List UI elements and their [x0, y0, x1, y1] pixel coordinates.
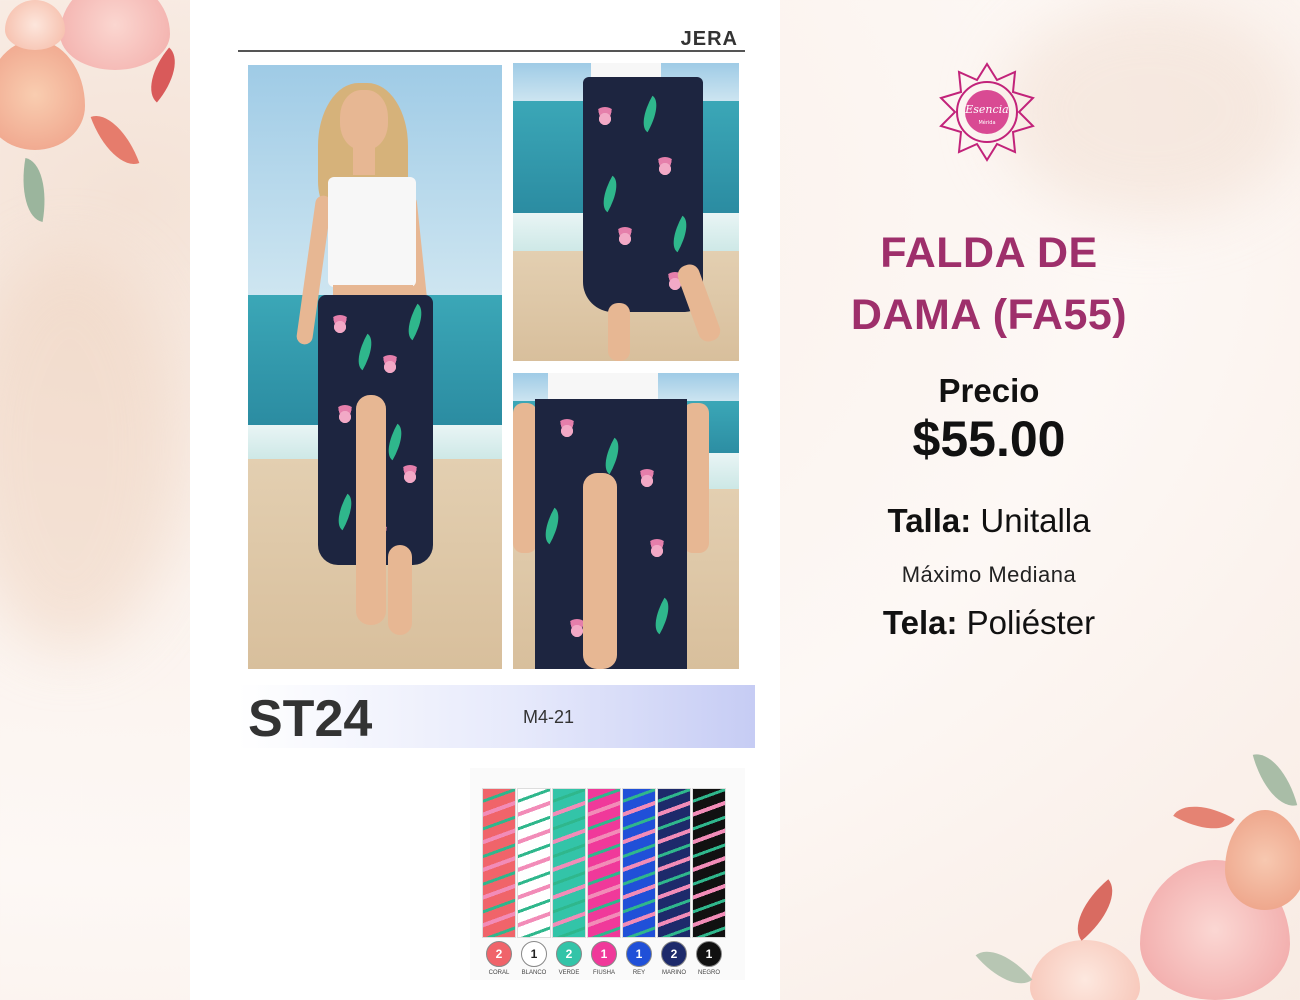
color-variants-rack[interactable]: 2 CORAL 1 BLANCO 2 VERDE 1 FIUSHA 1 REY 2 MARINO 1 NE… [470, 768, 745, 980]
product-photo-main[interactable] [248, 65, 502, 669]
reference-code: M4-21 [523, 707, 575, 727]
color-name-label: BLANCO [521, 970, 547, 976]
esencia-logo: Esencia Mérida [939, 62, 1035, 162]
floral-decoration-top-left [0, 0, 190, 240]
color-count-badge: 1 [521, 941, 547, 967]
skirt-variant-rey[interactable] [622, 788, 656, 938]
fabric-spec: Tela: Poliéster [800, 604, 1178, 642]
product-photo-detail[interactable] [513, 373, 739, 669]
product-photo-side[interactable] [513, 63, 739, 361]
floral-decoration-bottom-right [975, 747, 1300, 1000]
skirt-variant-verde[interactable] [552, 788, 586, 938]
fabric-value: Poliéster [966, 604, 1096, 641]
price-value: $55.00 [912, 411, 1066, 467]
color-count-badge: 1 [626, 941, 652, 967]
brand-label: JERA [680, 28, 738, 50]
catalog-sheet: JERA ST24 M4-21 2 CORAL 1 BLANCO 2 VERDE… [190, 0, 780, 1000]
logo-text: Esencia [964, 103, 1009, 116]
product-title-line1: FALDA DE [880, 229, 1098, 277]
size-spec: Talla: Unitalla [800, 502, 1178, 540]
color-count-badge: 2 [661, 941, 687, 967]
color-count-badge: 2 [486, 941, 512, 967]
product-title-line2: DAMA (FA55) [850, 291, 1128, 339]
color-count-badge: 2 [556, 941, 582, 967]
size-note: Máximo Mediana [901, 562, 1077, 587]
skirt-variant-marino[interactable] [657, 788, 691, 938]
skirt-variant-blanco[interactable] [517, 788, 551, 938]
fabric-label: Tela: [882, 604, 958, 641]
color-name-label: VERDE [558, 970, 580, 976]
brand-divider [238, 50, 745, 52]
style-code: ST24 [248, 690, 373, 748]
color-name-label: CORAL [488, 970, 510, 976]
color-name-label: MARINO [662, 970, 686, 976]
background-texture [0, 250, 180, 650]
skirt-variant-negro[interactable] [692, 788, 726, 938]
color-name-label: NEGRO [697, 970, 720, 976]
skirt-variant-coral[interactable] [482, 788, 516, 938]
color-name-label: FIUSHA [592, 970, 615, 976]
size-label: Talla: [887, 502, 972, 539]
skirt-variant-fiusha[interactable] [587, 788, 621, 938]
background-texture [1000, 0, 1300, 220]
color-count-badge: 1 [591, 941, 617, 967]
color-name-label: REY [632, 970, 646, 976]
logo-subtext: Mérida [978, 119, 995, 126]
size-value: Unitalla [980, 502, 1091, 539]
color-count-badge: 1 [696, 941, 722, 967]
product-title: FALDA DE DAMA (FA55) [800, 222, 1178, 346]
price-label: Precio [938, 372, 1040, 409]
style-code-banner: ST24 M4-21 [238, 685, 755, 748]
